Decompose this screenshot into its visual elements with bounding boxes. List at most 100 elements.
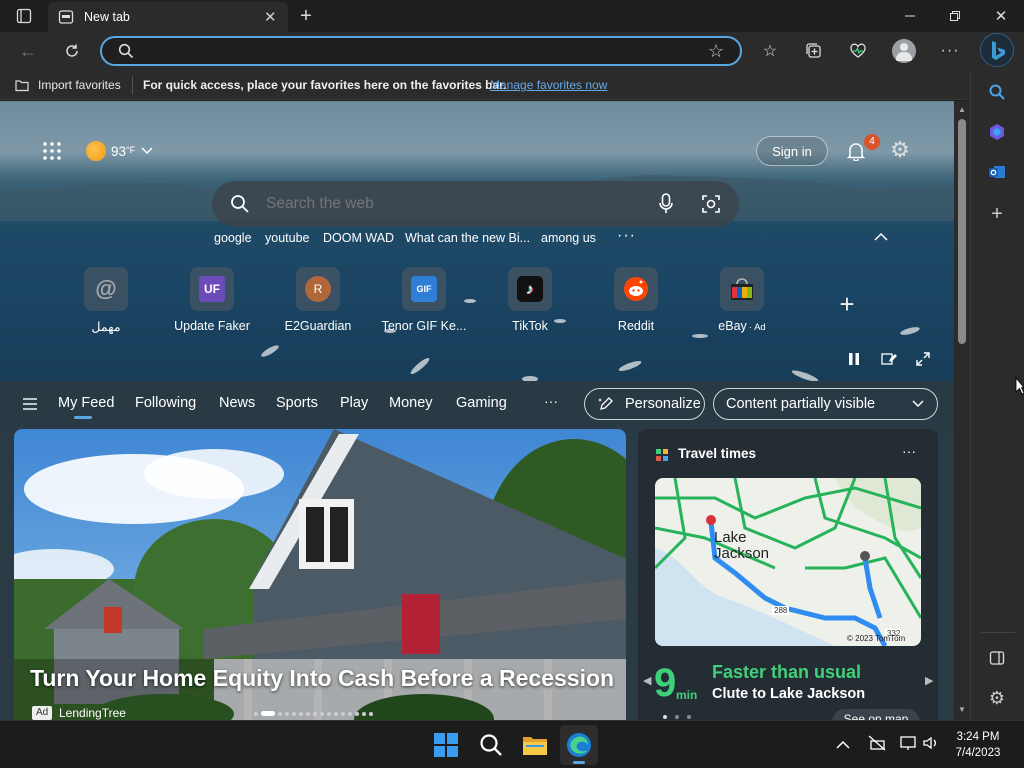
uf-logo-icon: UF — [190, 267, 234, 311]
restore-icon[interactable] — [943, 6, 967, 26]
pause-background-icon[interactable] — [844, 349, 864, 369]
tile-ebay[interactable]: eBay · Ad — [694, 267, 790, 333]
hide-sidebar-icon[interactable] — [985, 646, 1009, 670]
tile-reddit[interactable]: Reddit — [588, 267, 684, 333]
back-icon[interactable]: ← — [16, 40, 40, 62]
address-input[interactable] — [142, 41, 702, 61]
travel-route: Clute to Lake Jackson — [712, 686, 866, 702]
collapse-chevron-up-icon[interactable] — [874, 229, 888, 247]
minimize-icon[interactable] — [898, 6, 922, 26]
carousel-dots[interactable] — [254, 711, 373, 716]
page-settings-gear-icon[interactable]: ⚙ — [888, 137, 912, 162]
travel-minutes-unit: min — [676, 688, 698, 702]
map-next-arrow-icon[interactable]: ▶ — [925, 674, 933, 687]
volume-icon[interactable] — [922, 735, 940, 756]
edge-browser-icon — [567, 733, 591, 757]
show-hidden-icons-chevron-up-icon[interactable] — [836, 737, 850, 755]
tile-muhmal[interactable]: @ مهمل — [58, 267, 154, 334]
profile-avatar[interactable] — [892, 39, 916, 63]
quick-search-among-us[interactable]: among us — [541, 231, 596, 245]
ad-headline[interactable]: Turn Your Home Equity Into Cash Before a… — [30, 665, 620, 692]
sidebar-copilot-icon[interactable] — [985, 120, 1009, 144]
sidebar-search-icon[interactable] — [985, 80, 1009, 104]
close-tab-icon[interactable]: ✕ — [264, 8, 277, 26]
sign-in-button[interactable]: Sign in — [756, 136, 828, 166]
file-explorer-icon[interactable] — [522, 733, 548, 762]
ad-source[interactable]: LendingTree — [59, 706, 126, 720]
page-dot[interactable] — [675, 715, 679, 719]
bing-copilot-icon[interactable] — [980, 33, 1014, 67]
traffic-map[interactable]: Lake Jackson 288 332 © 2023 TomTom — [655, 478, 921, 646]
close-window-icon[interactable]: ✕ — [989, 6, 1013, 26]
page-scrollbar[interactable]: ▲ ▼ — [954, 101, 970, 720]
visual-search-icon[interactable] — [701, 194, 721, 219]
system-clock[interactable]: 3:24 PM 7/4/2023 — [948, 729, 1008, 761]
web-search-input[interactable] — [266, 193, 636, 215]
browser-essentials-icon[interactable] — [846, 40, 870, 62]
travel-more-icon[interactable]: ··· — [902, 443, 916, 459]
edge-taskbar-button[interactable] — [560, 725, 598, 765]
tab-title: New tab — [84, 10, 130, 24]
feed-tab-gaming[interactable]: Gaming — [456, 395, 507, 411]
feed-tab-following[interactable]: Following — [135, 395, 196, 411]
feed-more-icon[interactable]: ··· — [544, 393, 558, 409]
new-tab-icon[interactable]: + — [294, 4, 318, 28]
hamburger-menu-icon[interactable] — [20, 394, 40, 414]
sidebar-settings-gear-icon[interactable]: ⚙ — [985, 686, 1009, 710]
clock-date: 7/4/2023 — [955, 747, 1001, 759]
travel-card-title: Travel times — [678, 446, 757, 461]
feed-tab-play[interactable]: Play — [340, 395, 368, 411]
feed-tab-sports[interactable]: Sports — [276, 395, 318, 411]
collections-icon[interactable] — [802, 40, 826, 62]
feed-tab-news[interactable]: News — [219, 395, 255, 411]
start-windows-icon[interactable] — [434, 733, 458, 762]
personalize-button[interactable]: Personalize — [584, 388, 705, 420]
tab-actions-icon[interactable] — [10, 6, 38, 26]
quick-search-google[interactable]: google — [214, 231, 252, 245]
quick-search-new-bing[interactable]: What can the new Bi... — [405, 231, 530, 245]
tab-strip: New tab ✕ + ✕ — [0, 0, 1024, 32]
quick-search-youtube[interactable]: youtube — [265, 231, 309, 245]
microphone-icon[interactable] — [658, 193, 674, 220]
tile-tiktok[interactable]: ♪ TikTok — [482, 267, 578, 333]
quick-search-doom-wad[interactable]: DOOM WAD — [323, 231, 394, 245]
feed-tab-my-feed[interactable]: My Feed — [58, 395, 114, 411]
add-shortcut-icon[interactable]: + — [834, 289, 860, 319]
tenor-gif-icon: GIF — [402, 267, 446, 311]
settings-more-icon[interactable]: ··· — [938, 40, 962, 62]
web-search-box[interactable] — [212, 181, 739, 227]
page-dot[interactable] — [663, 715, 667, 719]
map-prev-arrow-icon[interactable]: ◀ — [643, 674, 651, 687]
scrollbar-thumb[interactable] — [958, 119, 966, 344]
taskbar-search-icon[interactable] — [479, 733, 503, 762]
weather-unit: °F — [126, 145, 136, 155]
address-bar[interactable]: ☆ — [100, 36, 742, 66]
content-visibility-dropdown[interactable]: Content partially visible — [713, 388, 938, 420]
tab-new-tab[interactable]: New tab ✕ — [48, 2, 288, 32]
refresh-icon[interactable] — [60, 40, 84, 62]
travel-times-card[interactable]: Travel times ··· Lake Jackson 288 332 © … — [638, 429, 938, 720]
featured-ad-card[interactable]: Turn Your Home Equity Into Cash Before a… — [14, 429, 626, 720]
app-launcher-icon[interactable] — [40, 139, 64, 163]
weather-widget[interactable]: 93 °F — [86, 139, 153, 163]
network-disconnected-icon[interactable] — [868, 735, 886, 756]
favorites-icon[interactable]: ☆ — [758, 40, 782, 62]
tile-update-faker[interactable]: UF Update Faker — [164, 267, 260, 333]
sidebar-divider — [981, 632, 1015, 633]
see-on-map-button[interactable]: See on map — [832, 709, 920, 720]
expand-icon[interactable] — [913, 349, 933, 369]
tile-e2guardian[interactable]: R E2Guardian — [270, 267, 366, 333]
tile-tenor-gif[interactable]: GIF Tenor GIF Ke... — [376, 267, 472, 333]
scroll-down-arrow-icon[interactable]: ▼ — [958, 705, 966, 714]
scroll-up-arrow-icon[interactable]: ▲ — [958, 105, 966, 114]
display-icon[interactable] — [900, 735, 918, 756]
feed-tab-money[interactable]: Money — [389, 395, 433, 411]
sidebar-add-icon[interactable]: + — [985, 202, 1009, 226]
sidebar-outlook-icon[interactable] — [985, 160, 1009, 184]
favorite-star-icon[interactable]: ☆ — [708, 41, 724, 62]
edit-background-icon[interactable] — [879, 349, 899, 369]
manage-favorites-link[interactable]: Manage favorites now — [490, 78, 607, 92]
page-dot[interactable] — [687, 715, 691, 719]
quick-search-more-icon[interactable]: ··· — [617, 227, 636, 245]
import-favorites-button[interactable]: Import favorites — [38, 78, 121, 92]
